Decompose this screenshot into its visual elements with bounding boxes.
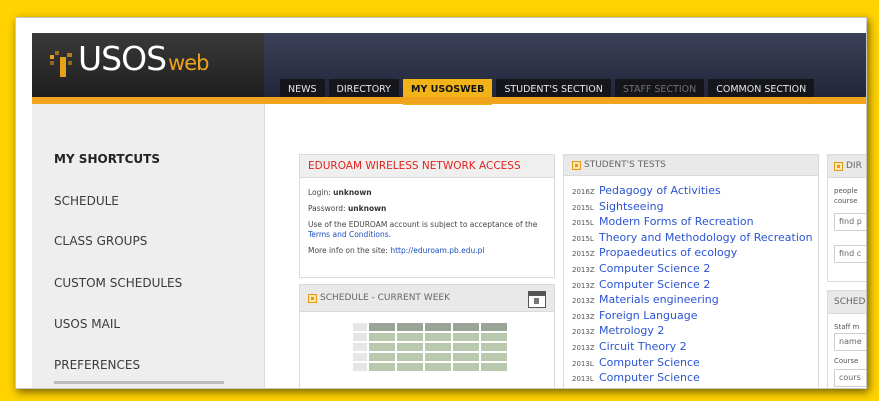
- list-item: 2015Z Propaedeutics of ecology: [572, 243, 818, 259]
- list-item: 2016Z Pedagogy of Activities: [572, 181, 818, 197]
- calendar-icon[interactable]: [528, 291, 546, 308]
- list-item: 2015L Modern Forms of Recreation: [572, 212, 818, 228]
- header-bar: USOSweb NEWS DIRECTORY MY USOSWEB STUDEN…: [32, 33, 866, 105]
- list-item: 2013Z Computer Science 2: [572, 275, 818, 291]
- sidebar-item-my-shortcuts[interactable]: MY SHORTCUTS: [54, 152, 160, 166]
- sidebar-item-class-groups[interactable]: CLASS GROUPS: [54, 234, 147, 248]
- test-link[interactable]: Materials engineering: [599, 293, 719, 306]
- schedule-week-title: SCHEDULE - CURRENT WEEK: [320, 293, 450, 303]
- schedule-search-title: SCHED: [834, 297, 866, 307]
- browser-window: USOSweb NEWS DIRECTORY MY USOSWEB STUDEN…: [15, 17, 867, 389]
- test-link[interactable]: Circuit Theory 2: [599, 340, 687, 353]
- list-item: 2013Z Foreign Language: [572, 306, 818, 322]
- list-item: 2015L Sightseeing: [572, 197, 818, 213]
- test-link[interactable]: Computer Science: [599, 371, 700, 384]
- test-link[interactable]: Theory and Methodology of Recreation: [599, 231, 813, 244]
- sidebar-item-custom-schedules[interactable]: CUSTOM SCHEDULES: [54, 276, 182, 290]
- sidebar-item-usos-mail[interactable]: USOS MAIL: [54, 317, 120, 331]
- list-item: 2013Z Metrology 2: [572, 321, 818, 337]
- test-link[interactable]: Modern Forms of Recreation: [599, 215, 754, 228]
- test-semester: 2013L: [572, 375, 594, 384]
- terms-text: Use of the EDUROAM account is subject to…: [308, 220, 538, 229]
- schedule-mini-grid: [352, 322, 508, 372]
- list-item: 2013Z Materials engineering: [572, 290, 818, 306]
- find-people-input[interactable]: find p: [834, 213, 866, 231]
- list-item: 2015L Theory and Methodology of Recreatio…: [572, 228, 818, 244]
- eduroam-site-link[interactable]: http://eduroam.pb.edu.pl: [390, 246, 484, 255]
- course-label: Course: [834, 357, 859, 365]
- directory-text-courses: course: [834, 197, 858, 205]
- eduroam-body: Login: unknown Password: unknown Use of …: [300, 178, 554, 262]
- staff-name-input[interactable]: name: [834, 333, 866, 351]
- eduroam-panel: EDUROAM WIRELESS NETWORK ACCESS Login: u…: [299, 154, 555, 278]
- find-course-input[interactable]: find c: [834, 245, 866, 263]
- sidebar-item-preferences[interactable]: PREFERENCES: [54, 358, 140, 372]
- panel-toggle-icon[interactable]: [834, 161, 843, 171]
- panel-toggle-icon[interactable]: [308, 293, 317, 303]
- list-item: 2013L Computer Science: [572, 368, 818, 384]
- list-item: 2013L Computer Science: [572, 353, 818, 369]
- test-link[interactable]: Foreign Language: [599, 309, 698, 322]
- course-input[interactable]: cours: [834, 369, 866, 387]
- sidebar-item-schedule[interactable]: SCHEDULE: [54, 194, 119, 208]
- terms-link[interactable]: Terms and Conditions.: [308, 230, 391, 239]
- schedule-week-panel: SCHEDULE - CURRENT WEEK: [299, 284, 555, 388]
- student-tests-list: 2016Z Pedagogy of Activities 2015L Sightse…: [564, 176, 818, 384]
- usosweb-logo[interactable]: USOSweb: [32, 33, 264, 97]
- logo-main: USOS: [78, 39, 167, 78]
- login-value: unknown: [333, 188, 372, 197]
- login-label: Login:: [308, 188, 331, 197]
- password-label: Password:: [308, 204, 346, 213]
- logo-suffix: web: [168, 51, 209, 75]
- schedule-week-header: SCHEDULE - CURRENT WEEK: [300, 285, 554, 312]
- directory-panel-header: DIR: [828, 155, 866, 178]
- schedule-search-header: SCHED: [828, 291, 866, 314]
- eduroam-panel-header: EDUROAM WIRELESS NETWORK ACCESS: [300, 155, 554, 178]
- test-link[interactable]: Computer Science 2: [599, 262, 710, 275]
- test-link[interactable]: Metrology 2: [599, 324, 664, 337]
- list-item: 2013Z Computer Science 2: [572, 259, 818, 275]
- list-item: 2013Z Circuit Theory 2: [572, 337, 818, 353]
- student-tests-panel: STUDENT'S TESTS 2016Z Pedagogy of Activit…: [563, 154, 819, 388]
- schedule-search-panel: SCHED Staff m name Course cours: [827, 290, 866, 388]
- logo-mark-icon: [50, 51, 76, 79]
- directory-text-people: people: [834, 187, 858, 195]
- sidebar-divider: [54, 381, 224, 384]
- directory-panel: DIR people course find p find c: [827, 154, 866, 282]
- panel-toggle-icon[interactable]: [572, 160, 581, 170]
- test-link[interactable]: Sightseeing: [599, 200, 664, 213]
- test-link[interactable]: Pedagogy of Activities: [599, 184, 721, 197]
- directory-panel-title: DIR: [846, 161, 862, 171]
- test-link[interactable]: Computer Science 2: [599, 278, 710, 291]
- student-tests-header: STUDENT'S TESTS: [564, 155, 818, 176]
- sidebar: MY SHORTCUTS SCHEDULE CLASS GROUPS CUSTO…: [32, 104, 265, 388]
- logo-text: USOSweb: [78, 39, 209, 78]
- student-tests-title: STUDENT'S TESTS: [584, 160, 666, 170]
- accent-stripe: [32, 97, 866, 104]
- more-info-text: More info on the site:: [308, 246, 388, 255]
- test-link[interactable]: Propaedeutics of ecology: [599, 246, 737, 259]
- password-value: unknown: [347, 204, 387, 213]
- staff-member-label: Staff m: [834, 323, 860, 331]
- eduroam-title: EDUROAM WIRELESS NETWORK ACCESS: [308, 160, 521, 172]
- test-link[interactable]: Computer Science: [599, 356, 700, 369]
